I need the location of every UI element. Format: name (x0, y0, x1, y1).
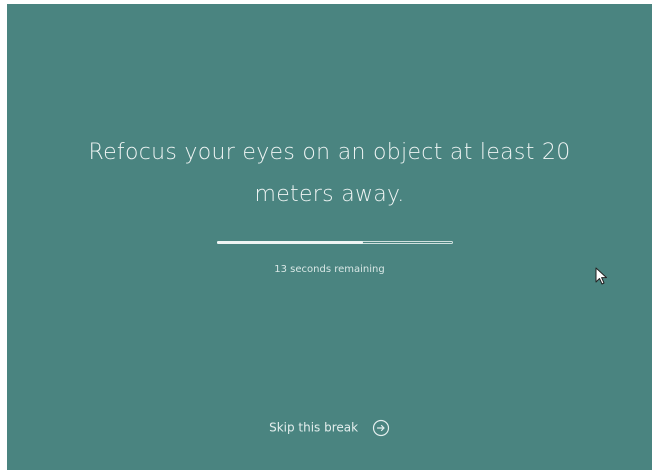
skip-break-button[interactable]: Skip this break (7, 418, 652, 437)
break-message: Refocus your eyes on an object at least … (88, 140, 571, 207)
progress-bar-fill (217, 241, 363, 244)
progress-bar (217, 241, 453, 244)
mouse-pointer-icon (595, 267, 609, 287)
skip-break-label: Skip this break (269, 420, 359, 435)
time-remaining-text: 13 seconds remaining (274, 264, 385, 275)
arrow-right-circle-icon[interactable] (372, 419, 390, 437)
break-screen: Refocus your eyes on an object at least … (7, 4, 652, 470)
